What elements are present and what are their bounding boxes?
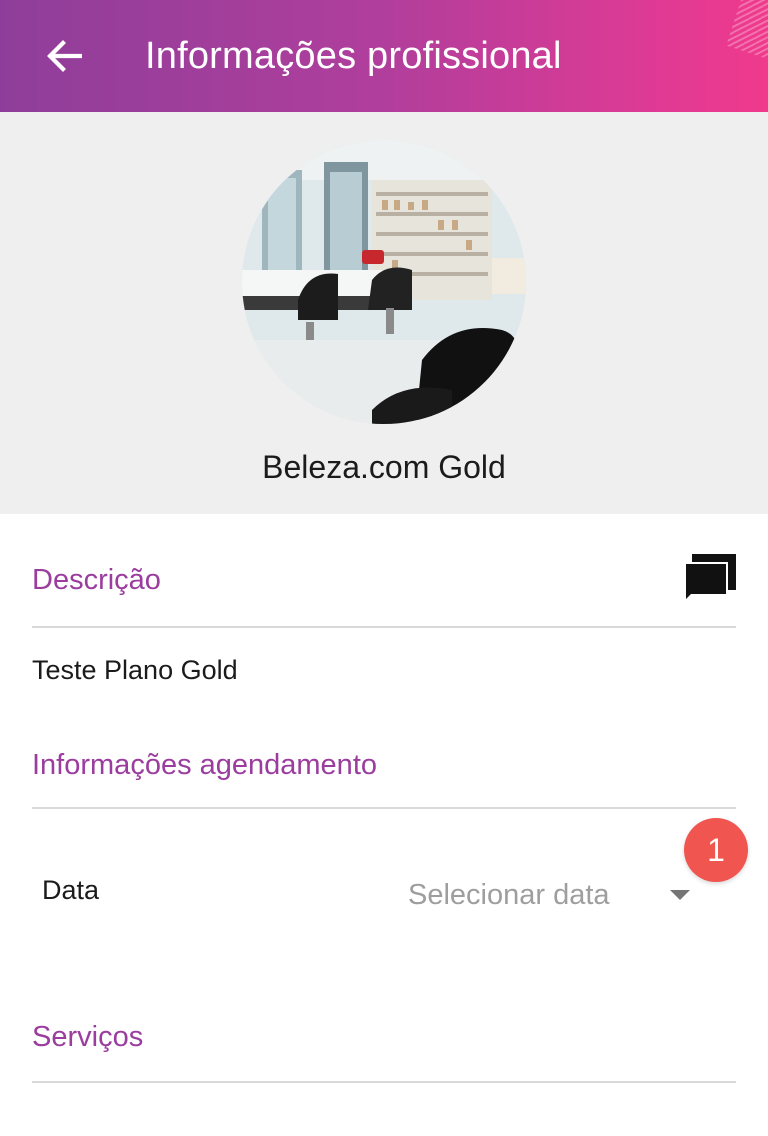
date-select[interactable]: Selecionar data	[400, 870, 700, 920]
description-section-title: Descrição	[32, 564, 161, 596]
description-text: Teste Plano Gold	[32, 655, 238, 685]
back-button[interactable]	[36, 30, 92, 82]
scheduling-section-title: Informações agendamento	[32, 749, 377, 781]
avatar[interactable]	[242, 140, 526, 424]
app-bar: Informações profissional	[0, 0, 768, 112]
caret-down-icon	[670, 890, 690, 900]
arrow-left-icon	[47, 40, 82, 72]
corner-decoration	[726, 0, 768, 60]
profile-header: Beleza.com Gold	[0, 112, 768, 514]
profile-name: Beleza.com Gold	[262, 449, 506, 485]
divider	[32, 1081, 736, 1083]
date-label: Data	[42, 875, 100, 905]
date-placeholder: Selecionar data	[408, 879, 610, 911]
page-title: Informações profissional	[145, 35, 562, 77]
services-section-title: Serviços	[32, 1021, 144, 1053]
salon-photo	[242, 140, 526, 424]
divider	[32, 807, 736, 809]
divider	[32, 626, 736, 628]
chat-bubbles-icon[interactable]	[682, 550, 738, 606]
notification-badge: 1	[684, 818, 748, 882]
